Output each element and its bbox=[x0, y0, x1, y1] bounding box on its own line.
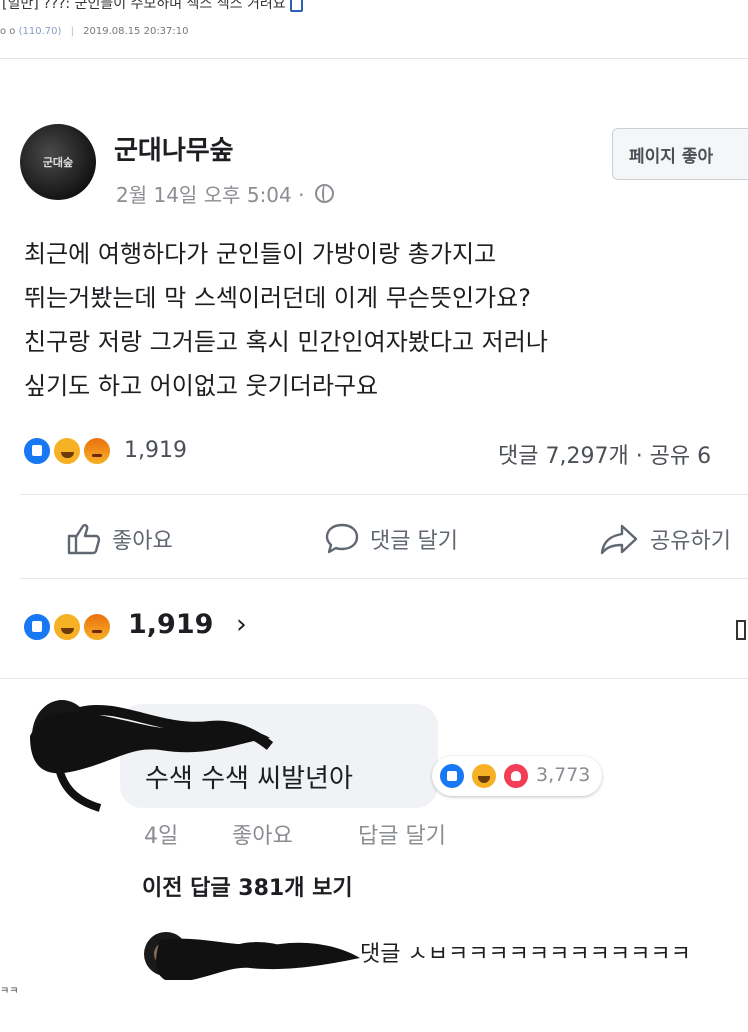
like-page-button[interactable]: 페이지 좋아 bbox=[612, 128, 748, 180]
author-ip: (110.70) bbox=[18, 26, 62, 37]
divider bbox=[20, 494, 748, 495]
mobile-icon bbox=[289, 0, 303, 12]
like-reaction-icon bbox=[22, 436, 52, 466]
post-body-line: 친구랑 저랑 그거듣고 혹시 민간인여자봤다고 저러나 bbox=[24, 328, 548, 356]
comment-age[interactable]: 4일 bbox=[144, 818, 178, 850]
like-reaction-icon bbox=[438, 762, 466, 790]
globe-icon bbox=[314, 184, 334, 203]
post-timestamp[interactable]: 2월 14일 오후 5:04 · bbox=[116, 179, 334, 208]
comment-reaction-count: 3,773 bbox=[536, 764, 591, 786]
haha-reaction-icon bbox=[52, 612, 82, 642]
love-reaction-icon bbox=[502, 762, 530, 790]
comment-bubble-icon bbox=[325, 523, 359, 554]
angry-reaction-icon bbox=[82, 436, 112, 466]
page-name[interactable]: 군대나무숲 bbox=[114, 130, 234, 167]
redacted-commenter bbox=[30, 700, 274, 812]
post-body-line: 최근에 여행하다가 군인들이 가방이랑 총가지고 bbox=[24, 240, 497, 268]
meta-separator: | bbox=[70, 26, 74, 37]
reaction-count[interactable]: 1,919 bbox=[124, 438, 187, 463]
chevron-right-icon[interactable]: › bbox=[236, 609, 247, 640]
like-reaction-icon bbox=[22, 612, 52, 642]
share-arrow-icon bbox=[600, 524, 638, 555]
header-divider bbox=[0, 58, 748, 59]
like-button[interactable]: 좋아요 bbox=[66, 522, 173, 556]
comment-like-link[interactable]: 좋아요 bbox=[232, 818, 293, 850]
reply-preview: 댓글 ㅅㅂㅋㅋㅋㅋㅋㅋㅋㅋㅋㅋㅋㅋ bbox=[360, 942, 691, 967]
redacted-replier bbox=[144, 932, 360, 980]
comment-reply-link[interactable]: 답글 달기 bbox=[358, 818, 446, 850]
angry-reaction-icon bbox=[82, 612, 112, 642]
thumbs-up-icon bbox=[67, 524, 101, 555]
post-body: 최근에 여행하다가 군인들이 가방이랑 총가지고 뛰는거봤는데 막 스섹이러던데… bbox=[24, 232, 548, 408]
comment-button[interactable]: 댓글 달기 bbox=[324, 522, 458, 556]
reaction-summary-count[interactable]: 1,919 bbox=[128, 609, 213, 640]
divider bbox=[20, 578, 748, 579]
avatar-label: 군대숲 bbox=[42, 156, 74, 169]
haha-reaction-icon bbox=[52, 436, 82, 466]
comment-text: 수색 수색 씨발년아 bbox=[145, 764, 353, 794]
post-body-line: 뛰는거봤는데 막 스섹이러던데 이게 무슨뜻인가요? bbox=[24, 284, 531, 312]
reaction-icons[interactable] bbox=[22, 434, 122, 468]
haha-reaction-icon bbox=[470, 762, 498, 790]
page-avatar[interactable]: 군대숲 bbox=[20, 124, 96, 200]
share-button[interactable]: 공유하기 bbox=[600, 522, 731, 556]
author-name[interactable]: o o bbox=[0, 26, 15, 37]
cropped-icon bbox=[736, 620, 746, 640]
comments-share-count[interactable]: 댓글 7,297개 · 공유 6 bbox=[498, 438, 711, 470]
post-body-line: 싶기도 하고 어이없고 웃기더라구요 bbox=[24, 372, 379, 400]
view-previous-replies-link[interactable]: 이전 답글 381개 보기 bbox=[142, 870, 353, 902]
forum-post-meta: o o (110.70) | 2019.08.15 20:37:10 bbox=[0, 26, 189, 37]
stray-text: ㅋㅋ bbox=[0, 986, 19, 997]
forum-post-title[interactable]: [일반] ???: 군인들이 수모하며 섹스 섹스 거려요 bbox=[2, 0, 303, 13]
reaction-icons-summary[interactable] bbox=[22, 610, 126, 646]
post-datetime: 2019.08.15 20:37:10 bbox=[83, 26, 189, 37]
